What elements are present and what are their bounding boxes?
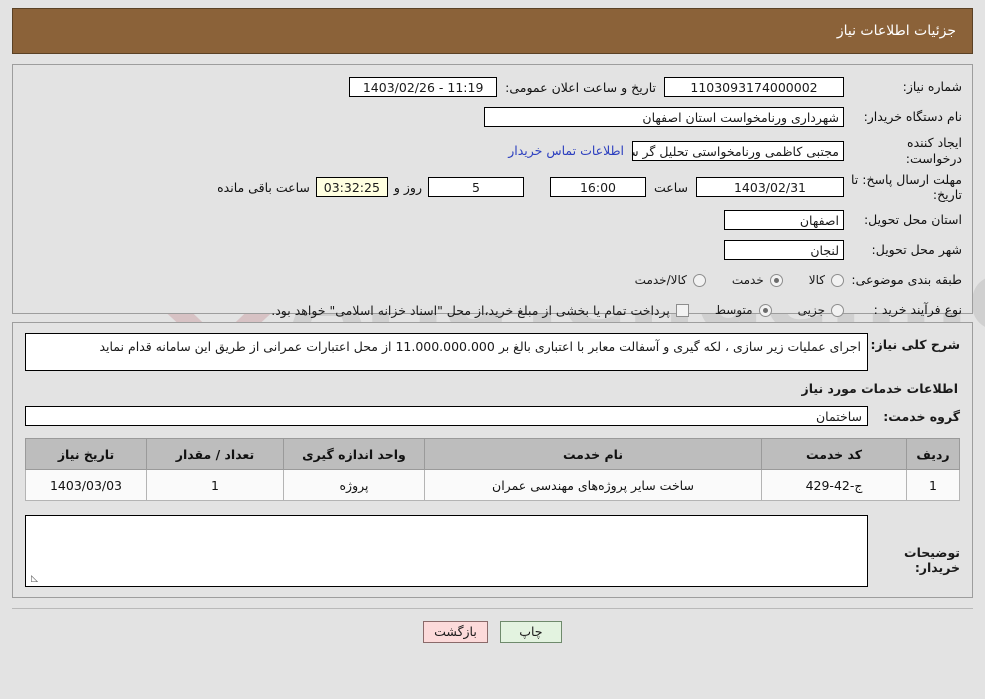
service-group-field[interactable]: ساختمان (25, 406, 868, 426)
col-service-code: کد خدمت (761, 438, 907, 470)
purchase-type-label: نوع فرآیند خرید : (873, 302, 962, 318)
buyer-notes-row: توضیحات خریدار: (25, 515, 960, 587)
purchase-type-option-medium[interactable]: متوسط (715, 303, 772, 317)
creator-field[interactable]: مجتبی کاظمی ورنامخواستی تحلیل گر سیستم ش… (632, 140, 844, 161)
service-group-label: گروه خدمت: (883, 408, 960, 424)
cell-row-no: 1 (906, 469, 960, 501)
buyer-notes-label: توضیحات خریدار: (904, 545, 960, 575)
deadline-hour-field[interactable]: 16:00 (549, 177, 646, 198)
public-announce-field[interactable]: 11:19 - 1403/02/26 (349, 77, 498, 97)
category-label: طبقه بندی موضوعی: (851, 272, 962, 288)
category-row: طبقه بندی موضوعی: کالا خدمت کالا/خدمت (23, 268, 962, 292)
service-details-panel: شرح کلی نیاز: اجرای عملیات زیر سازی ، لک… (12, 322, 973, 598)
deadline-row: مهلت ارسال پاسخ: تا تاریخ: 1403/02/31 سا… (23, 172, 962, 202)
city-row: شهر محل تحویل: لنجان (23, 238, 962, 262)
page-title: جزئیات اطلاعات نیاز (836, 23, 956, 39)
days-label: روز و (393, 179, 422, 195)
col-quantity: تعداد / مقدار (146, 438, 284, 470)
cell-unit: پروژه (283, 469, 425, 501)
description-row: شرح کلی نیاز: اجرای عملیات زیر سازی ، لک… (25, 333, 960, 371)
col-need-date: تاریخ نیاز (25, 438, 147, 470)
print-button[interactable]: چاپ (499, 621, 562, 643)
purchase-type-row: نوع فرآیند خرید : جزیی متوسط پرداخت تمام… (23, 298, 962, 322)
treasury-bond-checkbox-item[interactable]: پرداخت تمام یا بخشی از مبلغ خرید،از محل … (271, 303, 689, 318)
city-field[interactable]: لنجان (724, 240, 844, 261)
city-label: شهر محل تحویل: (871, 242, 962, 258)
category-option-goods-service[interactable]: کالا/خدمت (635, 273, 706, 287)
creator-label: ایجاد کننده درخواست: (905, 135, 962, 166)
purchase-type-option-minor-label: جزیی (797, 303, 825, 318)
cell-quantity: 1 (146, 469, 284, 501)
col-row-no: ردیف (906, 438, 960, 470)
buyer-org-field[interactable]: شهرداری ورنامخواست استان اصفهان (484, 107, 844, 127)
services-section-title: اطلاعات خدمات مورد نیاز (801, 381, 959, 396)
buyer-contact-link[interactable]: اطلاعات تماس خریدار (500, 143, 632, 158)
province-label: استان محل تحویل: (863, 212, 962, 228)
province-field[interactable]: اصفهان (724, 210, 844, 231)
table-header-row: ردیف کد خدمت نام خدمت واحد اندازه گیری ت… (25, 438, 960, 470)
buyer-org-label: نام دستگاه خریدار: (863, 109, 962, 125)
table-row[interactable]: 1 ج-42-429 ساخت سایر پروژه‌های مهندسی عم… (25, 469, 960, 501)
description-label: شرح کلی نیاز: (870, 337, 960, 352)
cell-service-name: ساخت سایر پروژه‌های مهندسی عمران (424, 469, 762, 501)
category-option-goods[interactable]: کالا (809, 273, 844, 287)
checkbox-icon[interactable] (675, 303, 689, 317)
treasury-bond-checkbox-label: پرداخت تمام یا بخشی از مبلغ خرید،از محل … (271, 302, 670, 318)
radio-icon[interactable] (831, 303, 844, 317)
deadline-date-field[interactable]: 1403/02/31 (696, 177, 844, 198)
category-option-goods-label: کالا (808, 273, 825, 288)
description-textarea[interactable]: اجرای عملیات زیر سازی ، لکه گیری و آسفال… (25, 333, 868, 371)
radio-icon[interactable] (758, 303, 772, 317)
service-group-row: گروه خدمت: ساختمان (25, 406, 960, 426)
purchase-type-radio-group: جزیی متوسط پرداخت تمام یا بخشی از مبلغ خ… (271, 303, 844, 318)
purchase-type-option-medium-label: متوسط (714, 303, 753, 318)
remaining-days-field[interactable]: 5 (427, 177, 524, 198)
remaining-hours-label: ساعت باقی مانده (217, 179, 310, 195)
hour-label: ساعت (653, 179, 688, 195)
deadline-label: مهلت ارسال پاسخ: تا تاریخ: (851, 172, 962, 203)
cell-service-code: ج-42-429 (761, 469, 907, 501)
buyer-org-row: نام دستگاه خریدار: شهرداری ورنامخواست اس… (23, 105, 962, 129)
buyer-notes-textarea[interactable] (25, 515, 868, 587)
need-number-label: شماره نیاز: (902, 79, 962, 95)
category-radio-group: کالا خدمت کالا/خدمت (609, 273, 844, 287)
radio-icon[interactable] (769, 273, 783, 287)
province-row: استان محل تحویل: اصفهان (23, 208, 962, 232)
services-table: ردیف کد خدمت نام خدمت واحد اندازه گیری ت… (25, 438, 960, 501)
need-info-panel: شماره نیاز: 1103093174000002 تاریخ و ساع… (12, 64, 973, 318)
resize-grip-icon[interactable] (29, 575, 38, 584)
category-option-service[interactable]: خدمت (732, 273, 783, 287)
category-option-service-label: خدمت (731, 273, 764, 288)
page-root: جزئیات اطلاعات نیاز شماره نیاز: 11030931… (0, 8, 985, 643)
need-number-field[interactable]: 1103093174000002 (664, 77, 844, 97)
radio-icon[interactable] (831, 273, 844, 287)
back-button[interactable]: بازگشت (423, 621, 488, 643)
countdown-field: 03:32:25 (315, 177, 388, 198)
radio-icon[interactable] (692, 273, 706, 287)
col-unit: واحد اندازه گیری (283, 438, 425, 470)
creator-row: ایجاد کننده درخواست: مجتبی کاظمی ورنامخو… (23, 135, 962, 166)
purchase-type-option-minor[interactable]: جزیی (798, 303, 844, 317)
cell-need-date: 1403/03/03 (25, 469, 147, 501)
need-number-row: شماره نیاز: 1103093174000002 تاریخ و ساع… (23, 75, 962, 99)
page-header: جزئیات اطلاعات نیاز (12, 8, 973, 54)
category-option-goods-service-label: کالا/خدمت (634, 273, 687, 288)
col-service-name: نام خدمت (424, 438, 762, 470)
public-announce-label: تاریخ و ساعت اعلان عمومی: (505, 79, 656, 95)
action-button-bar: بازگشت چاپ (12, 608, 973, 643)
